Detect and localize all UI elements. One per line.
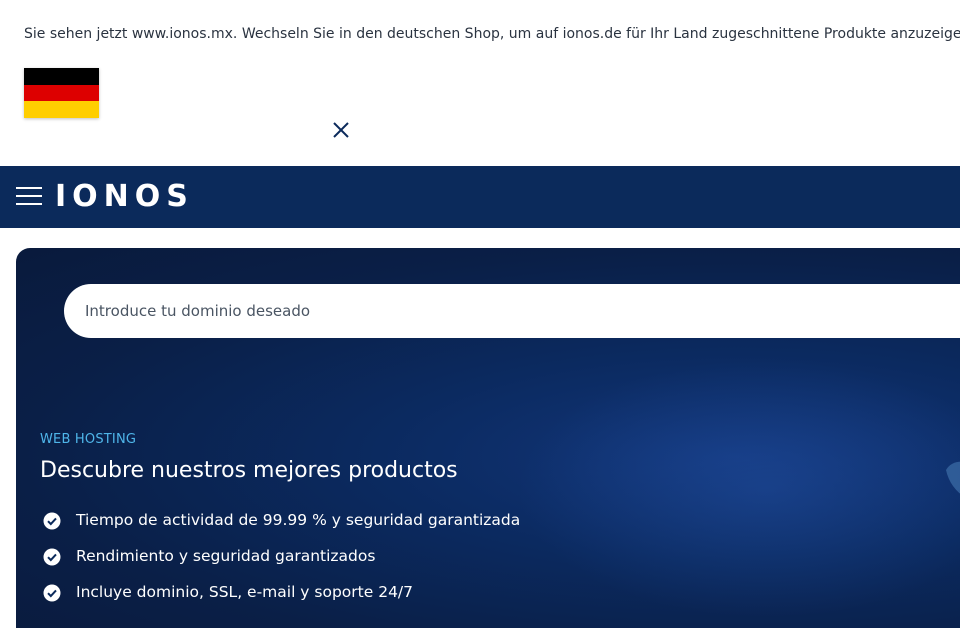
feature-item: Incluye dominio, SSL, e-mail y soporte 2… <box>40 578 520 614</box>
top-navbar: IONOS <box>0 166 960 228</box>
check-circle-icon <box>43 547 61 566</box>
feature-list: Tiempo de actividad de 99.99 % y segurid… <box>40 506 520 614</box>
decorative-shape <box>946 458 960 518</box>
hamburger-menu-icon[interactable] <box>16 186 42 206</box>
hero-background-glow <box>516 358 960 618</box>
ionos-logo[interactable]: IONOS <box>55 180 194 214</box>
feature-text: Incluye dominio, SSL, e-mail y soporte 2… <box>76 583 414 601</box>
banner-message: Sie sehen jetzt www.ionos.mx. Wechseln S… <box>24 26 960 42</box>
domain-search-input[interactable] <box>64 284 960 338</box>
hero-headline: Descubre nuestros mejores productos <box>40 458 458 483</box>
feature-text: Rendimiento y seguridad garantizados <box>76 547 376 565</box>
feature-text: Tiempo de actividad de 99.99 % y segurid… <box>76 511 521 529</box>
hero-eyebrow: WEB HOSTING <box>40 432 137 447</box>
feature-item: Rendimiento y seguridad garantizados <box>40 542 520 578</box>
check-circle-icon <box>43 511 61 530</box>
feature-item: Tiempo de actividad de 99.99 % y segurid… <box>40 506 520 542</box>
country-switch-banner: Sie sehen jetzt www.ionos.mx. Wechseln S… <box>0 0 960 166</box>
check-circle-icon <box>43 583 61 602</box>
hero-section: WEB HOSTING Descubre nuestros mejores pr… <box>16 248 960 628</box>
close-icon[interactable] <box>330 119 352 141</box>
germany-flag-icon[interactable] <box>24 68 99 118</box>
